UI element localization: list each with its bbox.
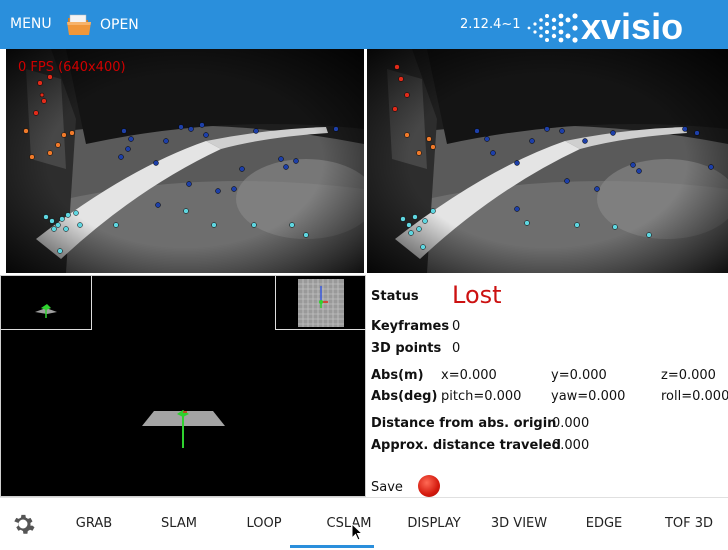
tab-slam[interactable]: SLAM <box>149 516 209 531</box>
tab-tof-3d[interactable]: TOF 3D <box>654 516 724 531</box>
save-label: Save <box>371 480 403 495</box>
x-value: x=0.000 <box>441 368 497 383</box>
active-tab-indicator <box>290 545 374 548</box>
version-text: 2.12.4~1 <box>460 17 521 32</box>
abs-deg-label: Abs(deg) <box>371 389 438 404</box>
y-value: y=0.000 <box>551 368 607 383</box>
right-camera-view <box>367 49 728 273</box>
abs-m-label: Abs(m) <box>371 368 424 383</box>
ground-plane <box>142 410 225 448</box>
bottom-tab-bar: GRAB SLAM LOOP CSLAM DISPLAY 3D VIEW EDG… <box>0 497 728 550</box>
logo-text: xvisio <box>581 6 683 44</box>
record-icon[interactable] <box>418 475 440 497</box>
tab-loop[interactable]: LOOP <box>234 516 294 531</box>
left-camera-view: 0 FPS (640x400) <box>6 49 364 273</box>
distance-origin-value: 0.000 <box>552 416 590 431</box>
open-label: OPEN <box>100 17 139 33</box>
points-value: 0 <box>452 341 461 356</box>
mouse-cursor-icon <box>351 523 363 541</box>
points-label: 3D points <box>371 341 442 356</box>
gear-icon[interactable] <box>11 512 35 536</box>
left-camera-image <box>6 49 364 273</box>
distance-origin-label: Distance from abs. origin <box>371 416 557 431</box>
tab-display[interactable]: DISPLAY <box>396 516 472 531</box>
tab-cslam[interactable]: CSLAM <box>312 516 386 531</box>
folder-icon <box>66 13 92 37</box>
tab-3d-view[interactable]: 3D VIEW <box>481 516 557 531</box>
tab-grab[interactable]: GRAB <box>64 516 124 531</box>
keyframes-label: Keyframes <box>371 319 450 334</box>
menu-button[interactable]: MENU <box>10 16 52 32</box>
top-bar: MENU OPEN 2.12.4~1 xvisio <box>0 0 728 49</box>
keyframes-value: 0 <box>452 319 461 334</box>
slam-3d-view[interactable] <box>0 275 366 497</box>
fps-readout: 0 FPS (640x400) <box>18 60 126 75</box>
open-button[interactable]: OPEN <box>66 10 139 40</box>
status-value: Lost <box>452 281 502 309</box>
distance-traveled-value: 0.000 <box>552 438 590 453</box>
distance-traveled-label: Approx. distance traveled <box>371 438 561 453</box>
yaw-value: yaw=0.000 <box>551 389 626 404</box>
xvisio-logo: xvisio <box>527 6 683 44</box>
pitch-value: pitch=0.000 <box>441 389 522 404</box>
right-camera-image <box>367 49 728 273</box>
roll-value: roll=0.000 <box>661 389 728 404</box>
z-value: z=0.000 <box>661 368 716 383</box>
tab-edge[interactable]: EDGE <box>574 516 634 531</box>
status-panel: Status Lost Keyframes 0 3D points 0 Abs(… <box>366 275 728 497</box>
status-label: Status <box>371 289 419 304</box>
